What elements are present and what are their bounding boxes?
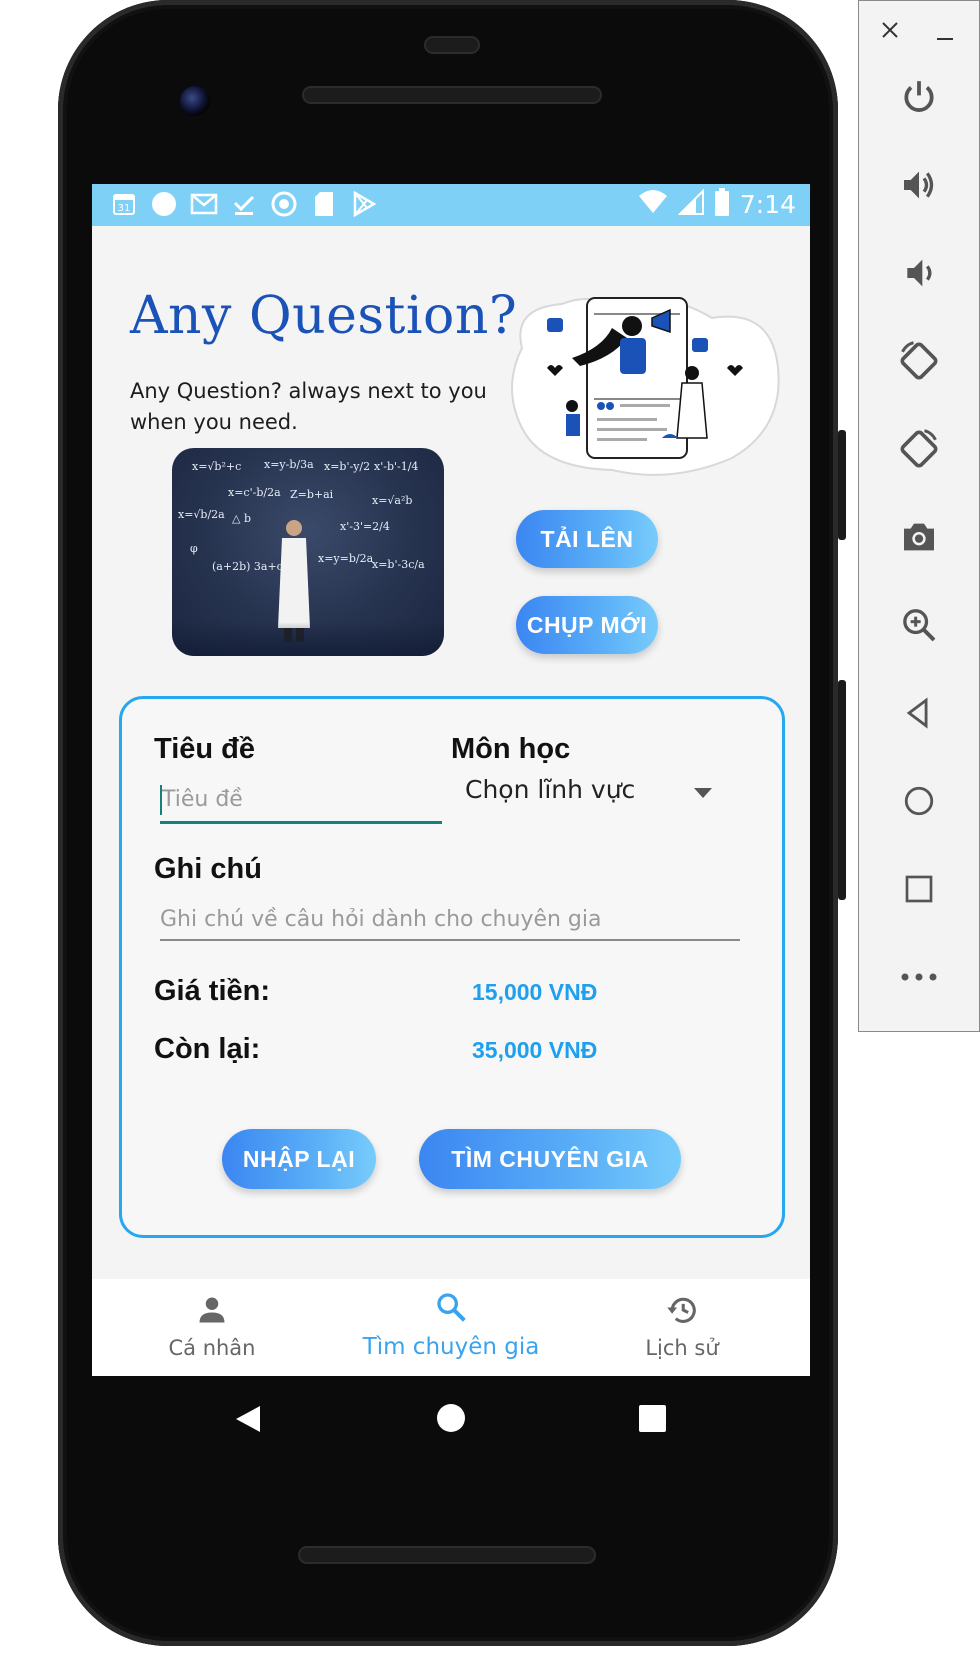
circle-icon: [150, 190, 178, 218]
bottom-navigation: Cá nhân Tìm chuyên gia Lịch sử: [92, 1279, 810, 1376]
system-back-button[interactable]: [234, 1404, 262, 1439]
note-placeholder: Ghi chú về câu hỏi dành cho chuyên gia: [160, 907, 602, 932]
calendar-icon: 31: [110, 190, 138, 218]
wifi-icon: [638, 190, 668, 218]
more-icon[interactable]: [889, 947, 949, 1007]
status-bar: 31 7:14: [92, 184, 810, 226]
phone-side-button-power: [838, 430, 846, 540]
nav-item-profile[interactable]: Cá nhân: [142, 1295, 282, 1360]
overview-icon[interactable]: [889, 859, 949, 919]
nav-label-find-expert: Tìm chuyên gia: [362, 1334, 540, 1360]
system-home-button[interactable]: [436, 1403, 466, 1438]
check-icon: [230, 190, 258, 218]
phone-side-button-volume: [838, 680, 846, 900]
camera-icon[interactable]: [889, 507, 949, 567]
home-icon[interactable]: [889, 771, 949, 831]
power-icon[interactable]: [889, 67, 949, 127]
front-camera: [180, 86, 210, 116]
emulator-control-panel: [858, 0, 980, 1032]
zoom-icon[interactable]: [889, 595, 949, 655]
rotate-right-icon[interactable]: [889, 419, 949, 479]
reset-button[interactable]: NHẬP LẠI: [222, 1129, 376, 1189]
price-label: Giá tiền:: [154, 975, 271, 1007]
subject-label: Môn học: [451, 733, 571, 765]
nav-item-find-expert[interactable]: Tìm chuyên gia: [336, 1291, 566, 1360]
title-placeholder: Tiêu đề: [162, 787, 243, 812]
history-icon: [666, 1295, 698, 1330]
volume-up-icon[interactable]: [889, 155, 949, 215]
sd-card-icon: [310, 190, 338, 218]
title-input[interactable]: Tiêu đề: [160, 783, 442, 824]
back-icon[interactable]: [889, 683, 949, 743]
top-speaker: [302, 86, 602, 104]
app-screen: 31 7:14 Any Question? Any Question? alwa…: [92, 184, 810, 1376]
nav-label-profile: Cá nhân: [168, 1336, 256, 1360]
volume-down-icon[interactable]: [889, 243, 949, 303]
nav-item-history[interactable]: Lịch sử: [622, 1295, 742, 1360]
minimize-icon[interactable]: [937, 29, 953, 47]
svg-text:31: 31: [118, 203, 131, 214]
price-value: 15,000 VNĐ: [472, 979, 598, 1005]
social-media-illustration: [511, 297, 780, 476]
remaining-value: 35,000 VNĐ: [472, 1037, 598, 1063]
play-store-icon: [350, 190, 378, 218]
chevron-down-icon: [694, 785, 712, 803]
notification-icons: 31: [110, 190, 378, 218]
person-icon: [197, 1295, 227, 1330]
find-expert-button[interactable]: TÌM CHUYÊN GIA: [419, 1129, 681, 1189]
close-icon[interactable]: [881, 21, 899, 44]
subject-dropdown[interactable]: Chọn lĩnh vực: [462, 771, 722, 811]
question-form-card: Tiêu đề Tiêu đề Môn học Chọn lĩnh vực Gh…: [119, 696, 785, 1238]
page-title: Any Question?: [130, 286, 518, 346]
note-input[interactable]: Ghi chú về câu hỏi dành cho chuyên gia: [160, 903, 740, 941]
gmail-icon: [190, 190, 218, 218]
status-time: 7:14: [739, 189, 796, 219]
rotate-left-icon[interactable]: [889, 331, 949, 391]
bottom-speaker: [298, 1546, 596, 1564]
subject-selected: Chọn lĩnh vực: [465, 775, 636, 804]
system-overview-button[interactable]: [639, 1405, 666, 1437]
nav-label-history: Lịch sử: [645, 1336, 719, 1360]
search-icon: [435, 1291, 467, 1328]
record-icon: [270, 190, 298, 218]
upload-button[interactable]: TẢI LÊN: [516, 510, 658, 568]
note-label: Ghi chú: [154, 853, 262, 885]
chalkboard-image: x=√b²+c x=y-b/3a x=b'-y/2 x'-b'-1/4 x=c'…: [172, 448, 444, 656]
capture-button[interactable]: CHỤP MỚI: [516, 596, 658, 654]
earpiece: [424, 36, 480, 54]
signal-icon: [677, 188, 704, 219]
page-subtitle: Any Question? always next to you when yo…: [130, 379, 487, 434]
remaining-label: Còn lại:: [154, 1033, 261, 1065]
system-status: 7:14: [638, 188, 796, 220]
title-label: Tiêu đề: [154, 733, 255, 765]
battery-icon: [714, 188, 730, 220]
